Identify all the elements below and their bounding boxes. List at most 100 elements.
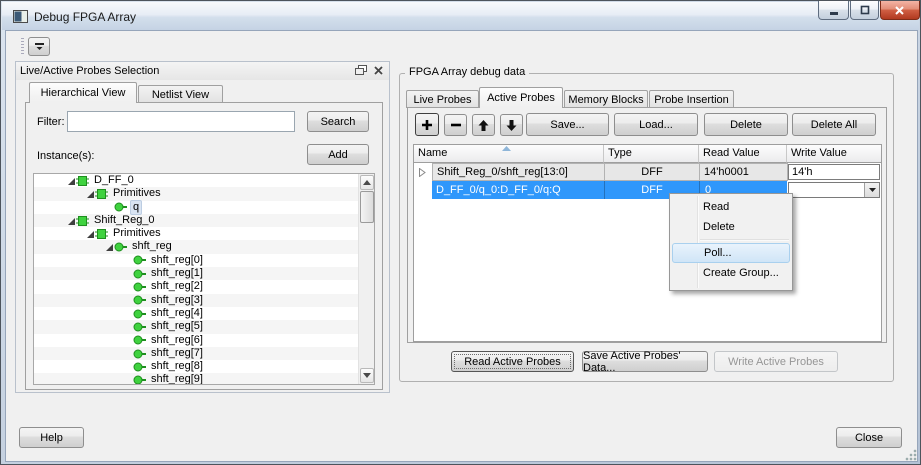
minimize-button[interactable]: [818, 1, 849, 20]
tab-label: Live Probes: [413, 94, 471, 106]
row-expander-icon[interactable]: [419, 168, 426, 177]
port-icon: [133, 294, 146, 306]
menu-item-read[interactable]: Read: [670, 197, 792, 217]
menu-separator: [700, 239, 789, 241]
tree-item[interactable]: shft_reg[0]: [34, 254, 359, 267]
delete-all-button[interactable]: Delete All: [792, 113, 876, 136]
minimize-icon: [827, 4, 841, 16]
title-bar[interactable]: Debug FPGA Array: [2, 2, 919, 30]
cell-text: D_FF_0/q_0:D_FF_0/q:Q: [436, 184, 561, 196]
float-panel-icon[interactable]: [355, 65, 368, 76]
add-probe-button[interactable]: [415, 113, 439, 136]
tree-item-label: Primitives: [111, 227, 163, 240]
tab-memory-blocks[interactable]: Memory Blocks: [564, 90, 648, 108]
plus-icon: [421, 119, 433, 131]
tree-item[interactable]: shft_reg[6]: [34, 334, 359, 347]
column-header-read-value[interactable]: Read Value: [699, 145, 787, 163]
write-active-probes-button[interactable]: Write Active Probes: [714, 351, 838, 372]
tab-active-probes[interactable]: Active Probes: [479, 87, 563, 108]
tab-hierarchical-view[interactable]: Hierarchical View: [29, 82, 137, 103]
maximize-icon: [858, 4, 872, 16]
search-button[interactable]: Search: [307, 111, 369, 132]
expander-icon[interactable]: [104, 242, 114, 252]
tree-item[interactable]: shft_reg[7]: [34, 347, 359, 360]
move-down-button[interactable]: [500, 114, 523, 136]
tree-item[interactable]: Primitives: [34, 227, 359, 240]
tree-item[interactable]: shft_reg[4]: [34, 307, 359, 320]
cell-read-value[interactable]: 14'h0001: [699, 163, 788, 181]
close-button[interactable]: [880, 1, 920, 20]
column-header-name[interactable]: Name: [414, 145, 604, 163]
tree-item[interactable]: Primitives: [34, 187, 359, 200]
tree-item[interactable]: shft_reg[3]: [34, 294, 359, 307]
tree-item[interactable]: shft_reg[9]: [34, 373, 359, 385]
tree-item[interactable]: shft_reg: [34, 240, 359, 253]
menu-item-label: Read: [703, 201, 729, 213]
expander-icon[interactable]: [85, 189, 95, 199]
close-panel-icon[interactable]: [373, 65, 384, 76]
tree-item[interactable]: shft_reg[5]: [34, 320, 359, 333]
app-icon: [13, 10, 28, 23]
read-active-probes-button[interactable]: Read Active Probes: [451, 351, 574, 372]
minus-icon: [450, 123, 462, 127]
expander-icon[interactable]: [66, 176, 76, 186]
scroll-down-button[interactable]: [360, 368, 374, 383]
write-value-input[interactable]: [788, 164, 880, 180]
menu-item-poll[interactable]: Poll...: [672, 243, 790, 263]
tree-item[interactable]: q: [34, 201, 359, 214]
tree-item[interactable]: D_FF_0: [34, 174, 359, 187]
close-dialog-button[interactable]: Close: [836, 427, 902, 448]
expander-icon[interactable]: [85, 229, 95, 239]
column-header-write-value[interactable]: Write Value: [787, 145, 881, 163]
tab-live-probes[interactable]: Live Probes: [406, 90, 479, 108]
scroll-thumb[interactable]: [360, 191, 374, 223]
tab-netlist-view[interactable]: Netlist View: [138, 85, 223, 103]
save-active-probes-data-button[interactable]: Save Active Probes' Data...: [582, 351, 708, 372]
tab-label: Probe Insertion: [654, 94, 729, 106]
add-button[interactable]: Add: [307, 144, 369, 165]
tab-probe-insertion[interactable]: Probe Insertion: [649, 90, 734, 108]
write-value-combobox[interactable]: [788, 182, 880, 198]
expander-spacer: [123, 255, 133, 265]
column-header-label: Write Value: [791, 147, 847, 159]
scroll-up-button[interactable]: [360, 175, 374, 190]
column-header-label: Name: [418, 147, 447, 159]
tree-item[interactable]: shft_reg[2]: [34, 280, 359, 293]
tree-scrollbar[interactable]: [358, 174, 374, 384]
instances-label: Instance(s):: [37, 150, 94, 162]
toolbar-drag-handle[interactable]: [21, 38, 24, 56]
maximize-button[interactable]: [850, 1, 879, 20]
move-up-button[interactable]: [472, 114, 495, 136]
load-button[interactable]: Load...: [614, 113, 698, 136]
expander-spacer: [123, 335, 133, 345]
remove-probe-button[interactable]: [444, 114, 467, 136]
port-icon: [133, 374, 146, 385]
column-header-type[interactable]: Type: [604, 145, 699, 163]
delete-button[interactable]: Delete: [704, 113, 788, 136]
filter-toolbar-button[interactable]: [28, 37, 50, 56]
filter-input[interactable]: [67, 111, 295, 132]
save-button-label: Save...: [550, 119, 584, 131]
dock-title: Live/Active Probes Selection: [20, 65, 159, 77]
expander-icon[interactable]: [66, 216, 76, 226]
tree-item[interactable]: shft_reg[1]: [34, 267, 359, 280]
expander-spacer: [123, 322, 133, 332]
arrow-down-icon: [506, 120, 517, 131]
save-button[interactable]: Save...: [526, 113, 609, 136]
tree-item[interactable]: shft_reg[8]: [34, 360, 359, 373]
cell-type[interactable]: DFF: [604, 163, 700, 181]
cell-name[interactable]: Shift_Reg_0/shft_reg[13:0]: [432, 163, 605, 181]
tree-item[interactable]: Shift_Reg_0: [34, 214, 359, 227]
menu-item-create-group[interactable]: Create Group...: [670, 263, 792, 283]
port-icon: [114, 201, 127, 213]
help-button-label: Help: [40, 432, 63, 444]
combo-dropdown-button[interactable]: [864, 183, 879, 197]
dock-title-bar[interactable]: Live/Active Probes Selection: [16, 62, 389, 80]
cell-name-selected[interactable]: D_FF_0/q_0:D_FF_0/q:Q: [432, 181, 604, 199]
expander-spacer: [123, 282, 133, 292]
expander-spacer: [123, 349, 133, 359]
menu-item-delete[interactable]: Delete: [670, 217, 792, 237]
help-button[interactable]: Help: [19, 427, 84, 448]
resize-grip[interactable]: [905, 449, 917, 461]
tree-item-label: shft_reg[2]: [149, 280, 205, 293]
